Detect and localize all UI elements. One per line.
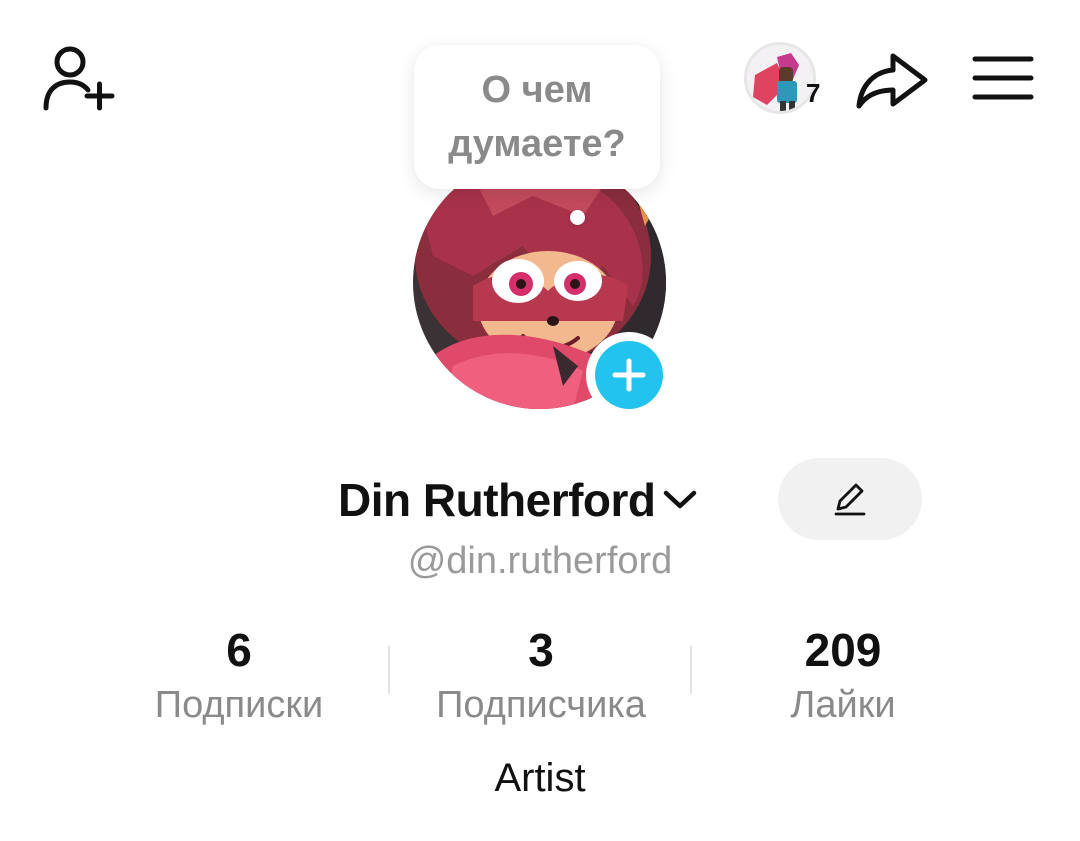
- plus-icon: [612, 358, 646, 392]
- display-name: Din Rutherford: [338, 474, 656, 526]
- profile-page: 7 О чем думаете? Din Rutherford @din.rut…: [0, 0, 1080, 841]
- share-icon[interactable]: [855, 52, 931, 110]
- username: @din.rutherford: [407, 540, 673, 582]
- stat-divider: [690, 646, 692, 694]
- thought-bubble-tail: [570, 210, 585, 225]
- stat-likes[interactable]: 209 Лайки: [693, 622, 993, 730]
- add-friend-icon[interactable]: [40, 44, 116, 112]
- profile-bio: Artist: [494, 756, 586, 800]
- stat-following-label: Подписки: [154, 684, 324, 726]
- add-story-button[interactable]: [586, 332, 672, 418]
- thought-bubble[interactable]: О чем думаете?: [414, 45, 660, 189]
- edit-profile-button[interactable]: [778, 458, 922, 540]
- account-switcher[interactable]: Din Rutherford: [338, 470, 698, 530]
- stat-likes-label: Лайки: [790, 684, 896, 726]
- stat-followers-value: 3: [528, 624, 554, 676]
- stat-following[interactable]: 6 Подписки: [89, 622, 389, 730]
- menu-icon[interactable]: [972, 55, 1034, 101]
- chevron-down-icon: [663, 490, 696, 509]
- story-avatar-image: [747, 45, 813, 111]
- story-count-badge: 7: [806, 78, 821, 108]
- stat-following-value: 6: [226, 624, 252, 676]
- stat-likes-value: 209: [804, 624, 882, 676]
- stat-divider: [388, 646, 390, 694]
- stat-followers-label: Подписчика: [436, 684, 646, 726]
- thought-bubble-text: О чем думаете?: [448, 69, 626, 165]
- stat-followers[interactable]: 3 Подписчика: [391, 622, 691, 730]
- pencil-icon: [834, 483, 866, 516]
